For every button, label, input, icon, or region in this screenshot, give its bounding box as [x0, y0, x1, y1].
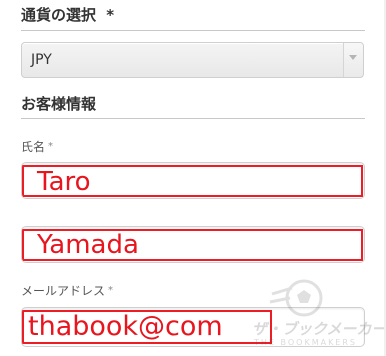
email-value: thabook@com	[28, 311, 223, 342]
triangle-down-icon	[349, 55, 357, 60]
watermark-logo: ザ・ブックメーカーズ THE BOOKMAKERS	[252, 278, 386, 356]
customer-divider	[21, 118, 365, 119]
currency-section-heading: 通貨の選択 *	[21, 5, 114, 25]
last-name-input[interactable]: Yamada	[21, 226, 365, 263]
email-label-text: メールアドレス	[21, 284, 106, 298]
email-required-mark: *	[108, 285, 114, 296]
first-name-input[interactable]: Taro	[21, 162, 365, 199]
watermark-title: ザ・ブックメーカーズ	[252, 320, 386, 338]
first-name-value: Taro	[37, 167, 91, 197]
currency-select[interactable]: JPY	[21, 42, 364, 78]
name-required-mark: *	[48, 141, 54, 152]
currency-divider	[21, 30, 365, 31]
select-arrow-button[interactable]	[343, 43, 363, 77]
name-field-label: 氏名 *	[21, 140, 53, 154]
email-field-label: メールアドレス *	[21, 284, 113, 298]
last-name-value: Yamada	[37, 230, 139, 260]
customer-section-heading: お客様情報	[21, 95, 97, 113]
currency-selected-value: JPY	[31, 52, 52, 68]
watermark-subtitle: THE BOOKMAKERS	[254, 338, 357, 347]
currency-heading-text: 通貨の選択	[21, 6, 97, 24]
name-label-text: 氏名	[21, 140, 46, 154]
currency-required-mark: *	[106, 6, 115, 24]
